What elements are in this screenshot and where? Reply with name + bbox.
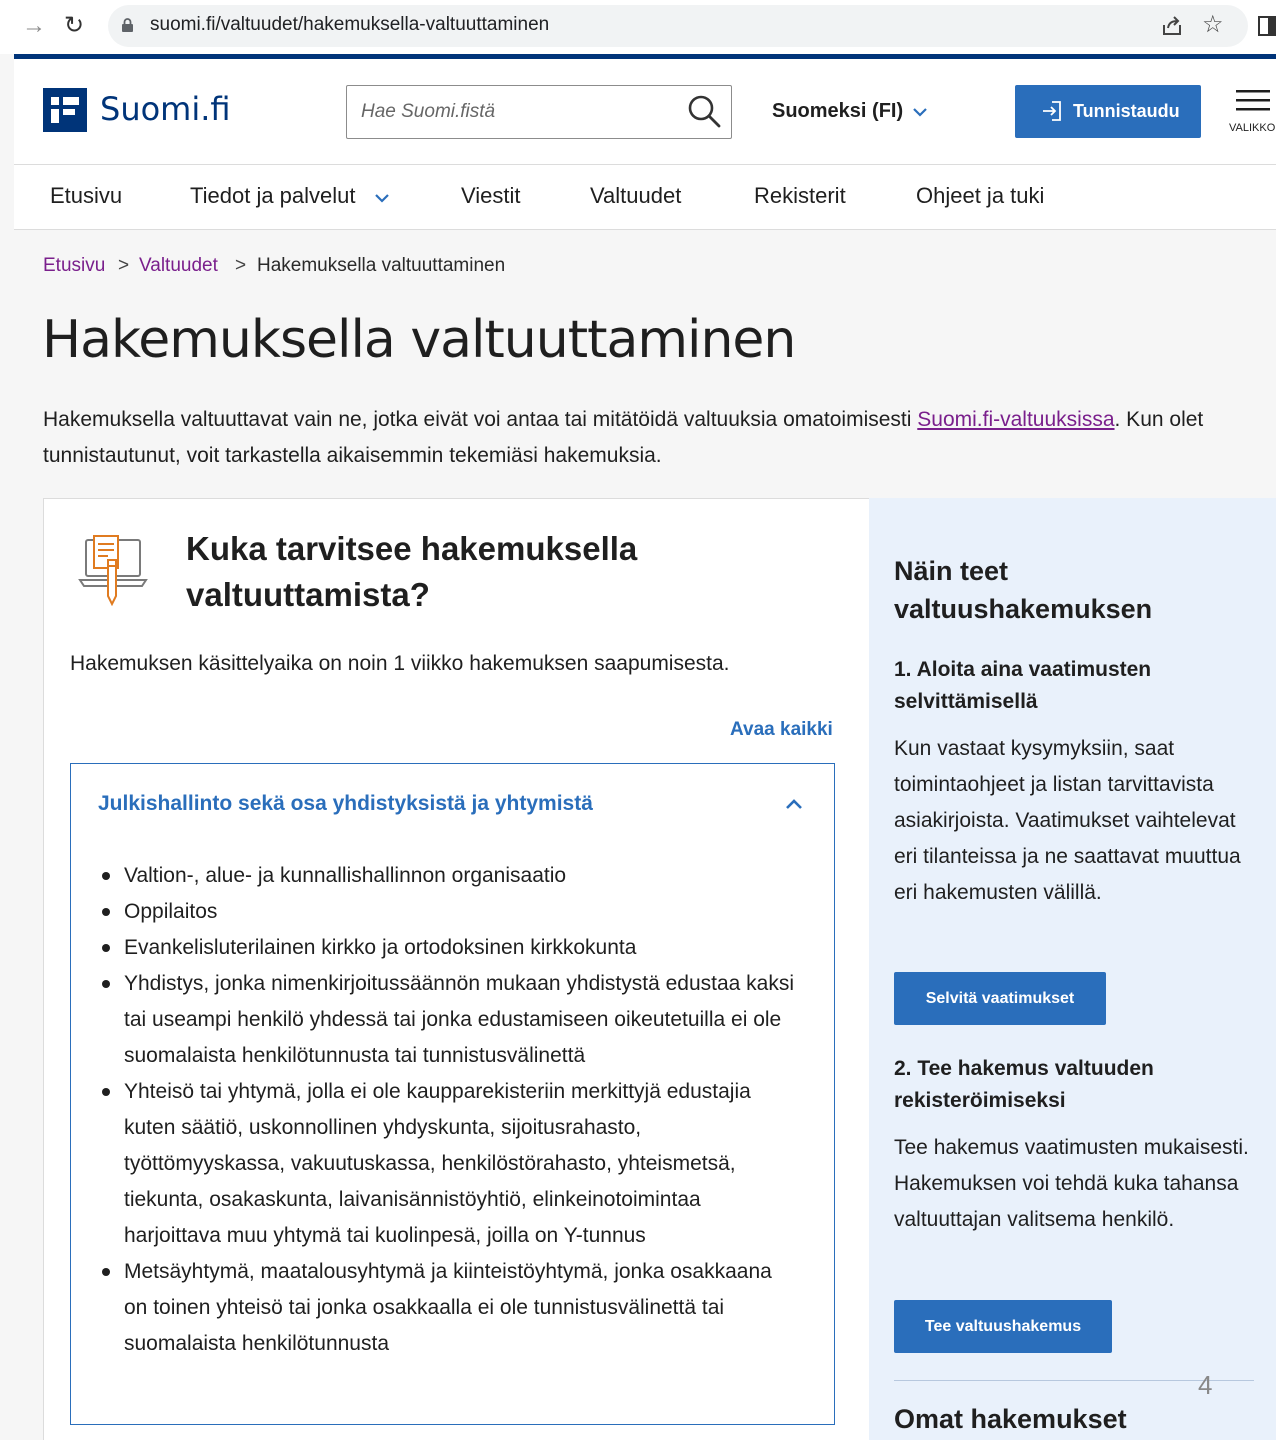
step-1-text: Kun vastaat kysymyksiin, saat toimintaoh…	[894, 737, 1241, 904]
nav-item-viestit[interactable]: Viestit	[461, 183, 521, 209]
lock-icon	[122, 18, 133, 32]
breadcrumb-separator: >	[235, 255, 247, 276]
sidebar-title: Näin teet valtuushakemuksen	[894, 556, 1153, 624]
step-2-title: 2. Tee hakemus valtuuden rekisteröimisek…	[894, 1057, 1154, 1112]
list-item: Valtion-, alue- ja kunnallishallinnon or…	[100, 858, 800, 894]
accordion-title[interactable]: Julkishallinto sekä osa yhdistyksistä ja…	[98, 792, 593, 816]
nav-item-ohjeet-ja-tuki[interactable]: Ohjeet ja tuki	[916, 183, 1044, 209]
login-label: Tunnistaudu	[1073, 101, 1180, 121]
count-label: 4	[1198, 1370, 1213, 1400]
search-field[interactable]	[346, 85, 732, 139]
intro-text-start: Hakemuksella valtuuttavat vain ne, jotka…	[43, 408, 918, 431]
howto-sidebar	[869, 498, 1276, 1440]
url-text[interactable]: suomi.fi/valtuudet/hakemuksella-valtuutt…	[150, 14, 549, 36]
search-input[interactable]	[361, 99, 671, 125]
share-icon[interactable]	[1160, 14, 1184, 38]
chevron-down-icon[interactable]	[912, 104, 928, 120]
step-1-title: 1. Aloita aina vaatimusten selvittämisel…	[894, 658, 1152, 713]
open-all-link[interactable]: Avaa kaikki	[730, 719, 833, 741]
login-icon	[1043, 101, 1061, 121]
menu-label[interactable]: VALIKKO	[1229, 122, 1275, 134]
card-title: Kuka tarvitsee hakemuksella valtuuttamis…	[186, 530, 638, 613]
language-select[interactable]: Suomeksi (FI)	[772, 100, 903, 123]
page-title: Hakemuksella valtuuttaminen	[42, 310, 796, 370]
step-2-text: Tee hakemus vaatimusten mukaisesti. Hake…	[894, 1136, 1249, 1231]
list-item: Oppilaitos	[100, 894, 800, 930]
breadcrumb-etusivu[interactable]: Etusivu	[43, 255, 105, 277]
suomi-logo-icon[interactable]	[43, 88, 87, 132]
list-item: Yhteisö tai yhtymä, jolla ei ole kauppar…	[100, 1074, 800, 1254]
forward-arrow-icon[interactable]: →	[22, 12, 46, 40]
list-item: Yhdistys, jonka nimenkirjoitussäännön mu…	[100, 966, 800, 1074]
organisation-list: Valtion-, alue- ja kunnallishallinnon or…	[100, 858, 800, 1362]
hamburger-menu-icon[interactable]	[1236, 88, 1270, 114]
nav-item-valtuudet[interactable]: Valtuudet	[590, 183, 681, 209]
chevron-down-icon[interactable]	[374, 190, 390, 206]
chevron-up-icon[interactable]	[784, 796, 804, 812]
list-item: Metsäyhtymä, maatalousyhtymä ja kiinteis…	[100, 1254, 800, 1362]
breadcrumb-separator: >	[118, 255, 130, 276]
nav-item-rekisterit[interactable]: Rekisterit	[754, 183, 846, 209]
bookmark-star-icon[interactable]: ☆	[1202, 10, 1224, 39]
suomi-valtuudet-link[interactable]: Suomi.fi-valtuuksissa	[917, 408, 1114, 431]
list-item: Evankelisluterilainen kirkko ja ortodoks…	[100, 930, 800, 966]
intro-text: Hakemuksella valtuuttavat vain ne, jotka…	[43, 402, 1268, 474]
laptop-document-icon	[78, 535, 148, 606]
make-application-button[interactable]: Tee valtuushakemus	[894, 1300, 1112, 1353]
reload-icon[interactable]: ↻	[64, 11, 84, 40]
login-button[interactable]: Tunnistaudu	[1015, 85, 1201, 138]
check-requirements-button[interactable]: Selvitä vaatimukset	[894, 972, 1106, 1025]
nav-item-etusivu[interactable]: Etusivu	[50, 183, 122, 209]
side-panel-icon[interactable]	[1258, 16, 1276, 36]
processing-time-text: Hakemuksen käsittelyaika on noin 1 viikk…	[70, 652, 730, 675]
search-icon[interactable]	[686, 93, 722, 129]
own-applications-heading: Omat hakemukset	[894, 1404, 1127, 1434]
nav-item-tiedot-ja-palvelut[interactable]: Tiedot ja palvelut	[190, 183, 356, 209]
breadcrumb-valtuudet[interactable]: Valtuudet	[139, 255, 218, 277]
site-logo-text[interactable]: Suomi.fi	[100, 90, 231, 128]
breadcrumb-current: Hakemuksella valtuuttaminen	[257, 255, 506, 276]
